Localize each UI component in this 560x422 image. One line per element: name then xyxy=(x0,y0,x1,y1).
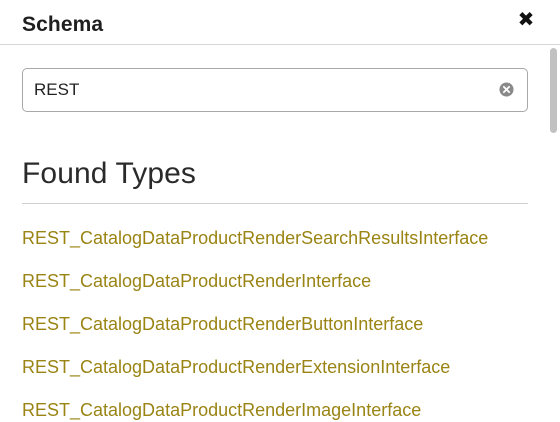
type-link[interactable]: REST_CatalogDataProductRenderButtonInter… xyxy=(22,314,423,334)
panel-title: Schema xyxy=(22,13,104,36)
list-item: REST_CatalogDataProductRenderImageInterf… xyxy=(22,398,488,422)
type-link[interactable]: REST_CatalogDataProductRenderExtensionIn… xyxy=(22,357,450,377)
list-item: REST_CatalogDataProductRenderButtonInter… xyxy=(22,312,488,355)
close-icon[interactable]: ✖ xyxy=(516,10,536,30)
scrollbar[interactable] xyxy=(546,46,560,422)
search-input[interactable] xyxy=(34,69,494,111)
schema-panel: Schema ✖ Found Types REST_CatalogDataPro… xyxy=(0,0,560,422)
type-link[interactable]: REST_CatalogDataProductRenderSearchResul… xyxy=(22,228,488,248)
list-item: REST_CatalogDataProductRenderExtensionIn… xyxy=(22,355,488,398)
list-item: REST_CatalogDataProductRenderSearchResul… xyxy=(22,226,488,269)
clear-icon[interactable] xyxy=(499,82,514,97)
type-link[interactable]: REST_CatalogDataProductRenderImageInterf… xyxy=(22,400,421,420)
found-types-heading: Found Types xyxy=(22,157,196,190)
search-field xyxy=(22,68,528,112)
panel-header: Schema ✖ xyxy=(0,0,560,45)
list-item: REST_CatalogDataProductRenderInterface xyxy=(22,269,488,312)
found-types-list: REST_CatalogDataProductRenderSearchResul… xyxy=(22,226,488,422)
scrollbar-thumb[interactable] xyxy=(550,48,557,133)
type-link[interactable]: REST_CatalogDataProductRenderInterface xyxy=(22,271,371,291)
divider xyxy=(22,203,528,204)
